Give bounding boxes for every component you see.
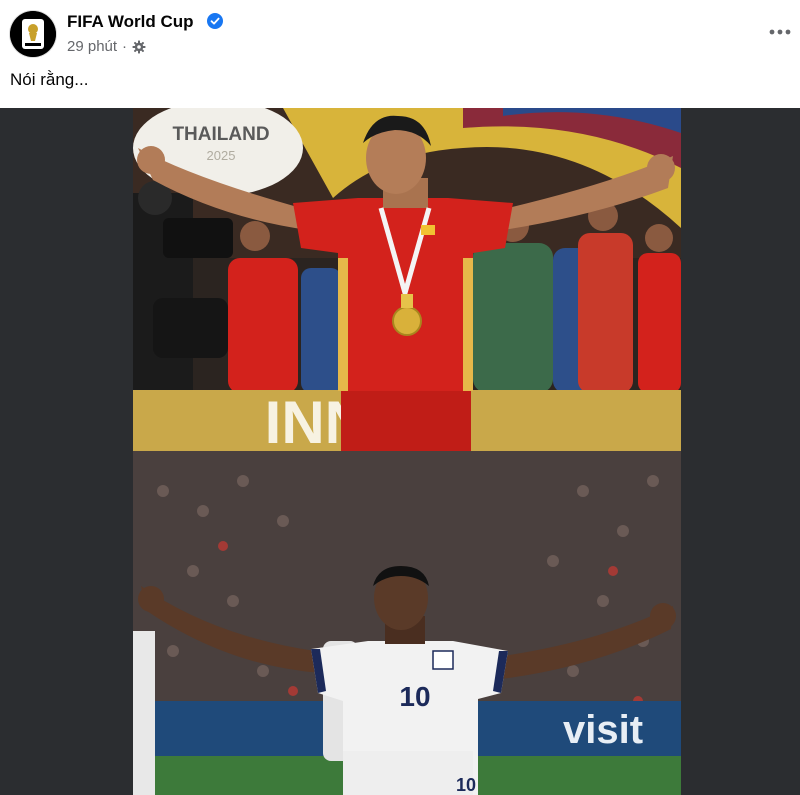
top-photo: THAILAND 2025 INNER (133, 108, 681, 456)
page-name[interactable]: FIFA World Cup (67, 12, 194, 32)
post-photo: THAILAND 2025 INNER (133, 108, 681, 795)
post-timestamp[interactable]: 29 phút (67, 38, 117, 55)
post-media[interactable]: THAILAND 2025 INNER (0, 108, 800, 795)
bottom-photo: visit 10 10 (133, 451, 681, 795)
verified-badge-icon (207, 13, 223, 29)
shorts-number-text: 10 (456, 775, 476, 795)
more-options-button[interactable] (766, 20, 794, 44)
more-horizontal-icon (769, 29, 791, 35)
jersey-number-text: 10 (399, 681, 430, 712)
post-meta: 29 phút · (67, 38, 146, 55)
bottom-ad-board-text: visit (563, 708, 643, 752)
fifa-logo-icon (10, 11, 56, 57)
post-caption: Nói rằng... (10, 70, 89, 89)
thailand-banner-text: THAILAND (172, 124, 269, 145)
meta-separator: · (122, 38, 128, 55)
gear-icon[interactable] (132, 40, 146, 54)
post-header: FIFA World Cup 29 phút · (0, 0, 800, 64)
thailand-banner-year: 2025 (207, 148, 236, 163)
page-avatar[interactable] (10, 11, 56, 57)
